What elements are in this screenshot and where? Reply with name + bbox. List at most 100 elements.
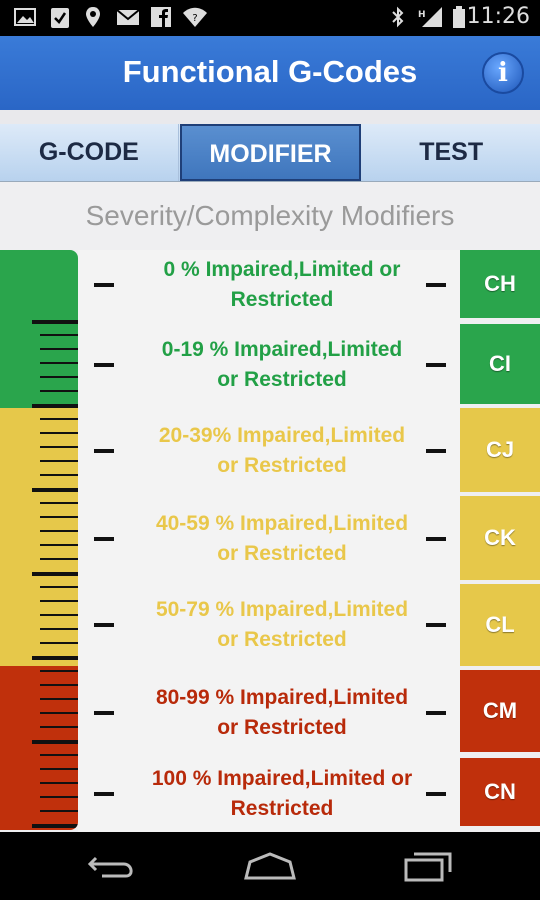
ruler-minor-tick [40,586,78,588]
modifier-code-badge[interactable]: CK [460,496,540,580]
description-line-1: 40-59 % Impaired,Limited [155,512,409,535]
modifier-row-ci[interactable]: 0-19 % Impaired,Limited or Restricted CI [78,324,540,406]
ruler-major-tick [32,404,78,408]
tab-g-code[interactable]: G-CODE [0,124,179,181]
ruler-major-tick [32,572,78,576]
ruler-minor-tick [40,516,78,518]
svg-text:H: H [418,10,426,20]
modifier-code-badge[interactable]: CI [460,324,540,404]
description-line-1: 80-99 % Impaired,Limited [155,686,409,709]
modifier-row-ch[interactable]: 0 % Impaired,Limited or Restricted CH [78,250,540,320]
svg-text:?: ? [192,13,197,24]
modifier-description: 80-99 % Impaired,Limited or Restricted [118,683,446,743]
description-line-1: 50-79 % Impaired,Limited [155,598,409,621]
modifier-description: 100 % Impaired,Limited or Restricted [118,764,446,824]
modifier-description: 0-19 % Impaired,Limited or Restricted [118,335,446,395]
mail-icon [116,9,140,25]
row-tick-right [426,711,446,715]
ruler-minor-tick [40,432,78,434]
modifier-row-cj[interactable]: 20-39% Impaired,Limited or Restricted CJ [78,408,540,494]
home-icon[interactable] [240,848,300,884]
row-tick-right [426,537,446,541]
ruler-minor-tick [40,712,78,714]
ruler-red-segment [0,666,78,830]
ruler-minor-tick [40,418,78,420]
clipboard-check-icon [51,8,69,28]
modifier-code-badge[interactable]: CJ [460,408,540,492]
back-icon[interactable] [82,848,142,884]
battery-icon [453,6,465,28]
modifier-code-badge[interactable]: CH [460,250,540,318]
status-bar: ? H 11:26 [0,0,540,36]
ruler-minor-tick [40,642,78,644]
ruler-minor-tick [40,628,78,630]
ruler-minor-tick [40,670,78,672]
modifier-description: 40-59 % Impaired,Limited or Restricted [118,509,446,569]
modifier-code-badge[interactable]: CL [460,584,540,666]
ruler-green-segment [0,250,78,408]
section-title: Severity/Complexity Modifiers [85,200,455,231]
row-tick-left [94,623,114,627]
description-line-1: 100 % Impaired,Limited or [151,767,413,790]
bluetooth-icon [392,6,404,28]
modifier-row-cn[interactable]: 100 % Impaired,Limited or Restricted CN [78,758,540,830]
modifier-row-cm[interactable]: 80-99 % Impaired,Limited or Restricted CM [78,670,540,756]
recent-apps-icon[interactable] [398,848,458,884]
ruler-minor-tick [40,530,78,532]
ruler-minor-tick [40,684,78,686]
description-line-1: 0 % Impaired,Limited or [163,258,401,281]
ruler-major-tick [32,824,78,828]
tab-test[interactable]: TEST [362,124,540,181]
row-tick-right [426,792,446,796]
description-line-2: Restricted [230,288,334,311]
description-line-2: or Restricted [217,716,347,739]
info-button[interactable]: i [482,52,524,94]
tab-bar: G-CODE MODIFIER TEST [0,124,540,182]
ruler-minor-tick [40,348,78,350]
maps-icon [86,7,100,27]
modifier-row-cl[interactable]: 50-79 % Impaired,Limited or Restricted CL [78,584,540,666]
clock: 11:26 [466,4,530,29]
description-line-1: 20-39% Impaired,Limited [158,424,406,447]
ruler-major-tick [32,488,78,492]
image-icon [14,8,36,26]
signal-icon: H [418,7,442,27]
modifier-row-ck[interactable]: 40-59 % Impaired,Limited or Restricted CK [78,496,540,582]
severity-ruler [0,250,78,830]
ruler-major-tick [32,740,78,744]
ruler-minor-tick [40,474,78,476]
ruler-minor-tick [40,754,78,756]
ruler-minor-tick [40,600,78,602]
row-tick-left [94,792,114,796]
tab-modifier[interactable]: MODIFIER [179,124,362,181]
description-line-2: or Restricted [217,542,347,565]
facebook-icon [151,7,171,27]
wifi-question-icon: ? [183,7,207,27]
ruler-minor-tick [40,362,78,364]
ruler-minor-tick [40,614,78,616]
ruler-minor-tick [40,446,78,448]
row-tick-left [94,711,114,715]
modifier-code-badge[interactable]: CN [460,758,540,826]
row-tick-left [94,449,114,453]
ruler-minor-tick [40,334,78,336]
description-line-2: or Restricted [217,454,347,477]
row-tick-left [94,283,114,287]
modifier-description: 20-39% Impaired,Limited or Restricted [118,421,446,481]
ruler-minor-tick [40,768,78,770]
modifier-description: 0 % Impaired,Limited or Restricted [118,255,446,315]
ruler-minor-tick [40,502,78,504]
row-tick-left [94,363,114,367]
app-bar: Functional G-Codes i [0,36,540,110]
modifier-description: 50-79 % Impaired,Limited or Restricted [118,595,446,655]
modifier-code-badge[interactable]: CM [460,670,540,752]
row-tick-left [94,537,114,541]
ruler-minor-tick [40,460,78,462]
ruler-minor-tick [40,390,78,392]
header-gap [0,110,540,124]
navigation-bar [0,832,540,900]
ruler-minor-tick [40,810,78,812]
ruler-minor-tick [40,726,78,728]
description-line-2: or Restricted [217,628,347,651]
ruler-minor-tick [40,376,78,378]
